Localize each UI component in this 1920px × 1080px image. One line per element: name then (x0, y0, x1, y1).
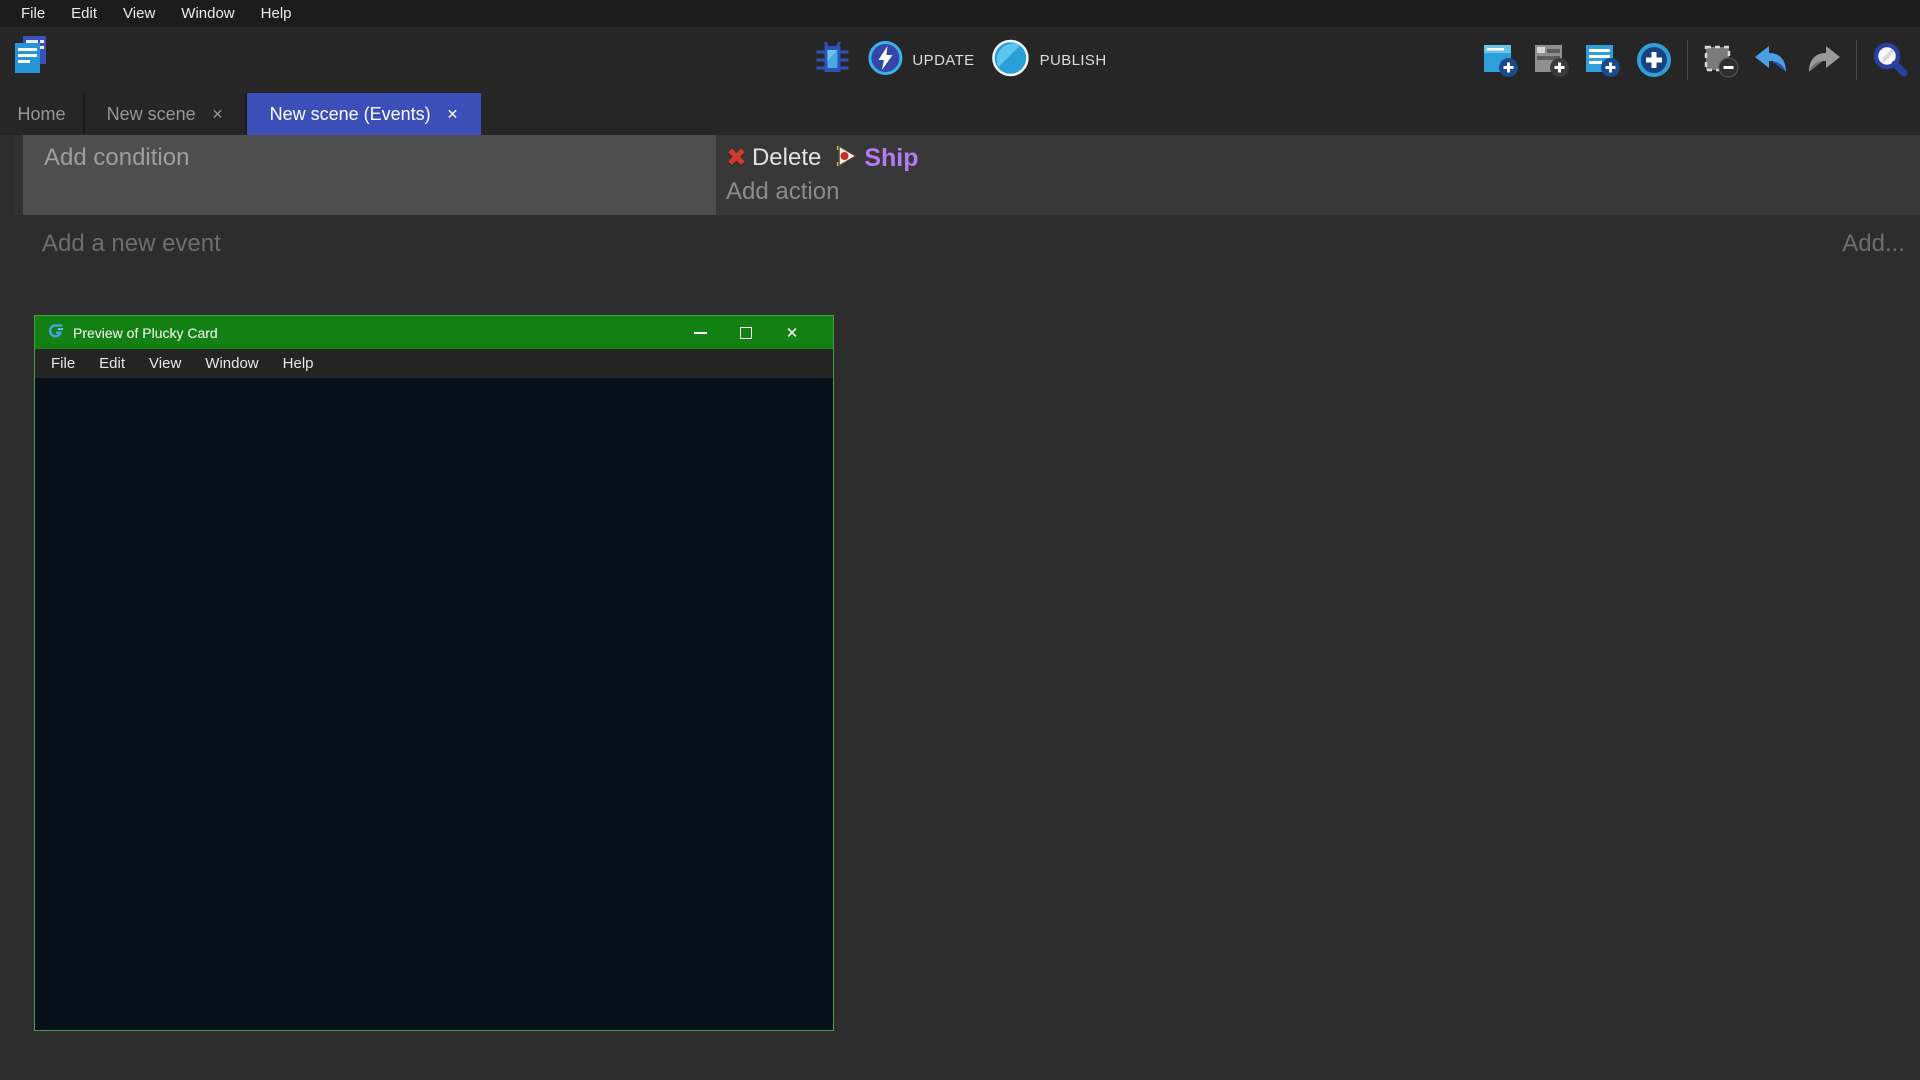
gdevelop-logo-icon (47, 322, 65, 343)
search-icon[interactable] (1870, 40, 1910, 80)
add-event-row: Add a new event Add... (15, 215, 1905, 273)
add-action-placeholder: Add action (726, 178, 839, 205)
add-condition-placeholder: Add condition (44, 144, 189, 171)
toolbar-right-group (1481, 27, 1910, 93)
redo-icon[interactable] (1803, 40, 1843, 80)
update-icon (867, 40, 903, 81)
add-event-icon[interactable] (1481, 40, 1521, 80)
toolbar-divider (1856, 40, 1857, 80)
menu-view[interactable]: View (110, 0, 168, 27)
action-line: ✖ Delete Ship (726, 140, 1920, 176)
choose-add-event-icon[interactable] (1634, 40, 1674, 80)
publish-icon (991, 38, 1031, 83)
delete-action[interactable]: ✖ Delete (726, 144, 821, 172)
publish-label: PUBLISH (1040, 52, 1107, 69)
tab-home[interactable]: Home (0, 93, 83, 135)
actions-column: ✖ Delete Ship (716, 135, 1920, 215)
update-button[interactable]: UPDATE (867, 40, 974, 81)
ship-action[interactable]: Ship (835, 144, 918, 173)
close-button[interactable]: ✕ (769, 316, 815, 349)
preview-titlebar[interactable]: Preview of Plucky Card ✕ (35, 316, 833, 349)
minimize-icon (694, 332, 707, 334)
preview-title: Preview of Plucky Card (73, 325, 218, 341)
tab-new-scene[interactable]: New scene ✕ (85, 93, 245, 135)
toolbar-center-group: UPDATE PUBLISH (813, 27, 1106, 93)
add-more-button[interactable]: Add... (1842, 230, 1905, 258)
add-action-area[interactable]: Add action (726, 178, 1920, 206)
add-comment-icon[interactable] (1583, 40, 1623, 80)
events-sheet: Add condition ✖ Delete (0, 135, 1920, 1080)
add-condition-area[interactable]: Add condition (23, 135, 716, 215)
tab-new-scene-events[interactable]: New scene (Events) ✕ (247, 93, 481, 135)
delete-x-icon: ✖ (726, 146, 747, 171)
window-controls: ✕ (677, 316, 833, 349)
main-toolbar: UPDATE PUBLISH (0, 27, 1920, 93)
menu-file[interactable]: File (8, 0, 58, 27)
preview-menu-help[interactable]: Help (271, 349, 326, 378)
preview-menu-file[interactable]: File (39, 349, 87, 378)
tab-label: New scene (107, 104, 196, 125)
main-menubar: File Edit View Window Help (0, 0, 1920, 27)
tab-label: Home (18, 104, 66, 125)
update-label: UPDATE (912, 52, 974, 69)
add-subevent-icon[interactable] (1532, 40, 1572, 80)
undo-icon[interactable] (1752, 40, 1792, 80)
tab-label: New scene (Events) (270, 104, 431, 125)
preview-menu-window[interactable]: Window (193, 349, 270, 378)
delete-action-label: Delete (752, 144, 821, 172)
debug-icon[interactable] (813, 39, 851, 82)
preview-menu-view[interactable]: View (137, 349, 193, 378)
close-tab-icon[interactable]: ✕ (212, 107, 224, 121)
delete-selection-icon[interactable] (1701, 40, 1741, 80)
project-manager-icon[interactable] (13, 34, 49, 76)
gdevelop-window: File Edit View Window Help (0, 0, 1920, 1080)
publish-button[interactable]: PUBLISH (991, 38, 1107, 83)
menu-edit[interactable]: Edit (58, 0, 110, 27)
toolbar-divider (1687, 40, 1688, 80)
maximize-button[interactable] (723, 316, 769, 349)
tabbar: Home New scene ✕ New scene (Events) ✕ (0, 93, 1920, 135)
preview-menu-edit[interactable]: Edit (87, 349, 137, 378)
preview-canvas[interactable] (35, 378, 833, 1030)
event-row[interactable]: Add condition ✖ Delete (15, 135, 1920, 215)
minimize-button[interactable] (677, 316, 723, 349)
ship-action-label: Ship (864, 144, 918, 173)
close-tab-icon[interactable]: ✕ (447, 107, 459, 121)
menu-help[interactable]: Help (248, 0, 305, 27)
add-new-event-button[interactable]: Add a new event (42, 230, 221, 258)
maximize-icon (740, 327, 752, 339)
preview-window: Preview of Plucky Card ✕ File Edit View … (34, 315, 834, 1031)
event-gutter (15, 135, 23, 215)
preview-menubar: File Edit View Window Help (35, 349, 833, 378)
ship-icon (835, 144, 859, 173)
menu-window[interactable]: Window (168, 0, 247, 27)
